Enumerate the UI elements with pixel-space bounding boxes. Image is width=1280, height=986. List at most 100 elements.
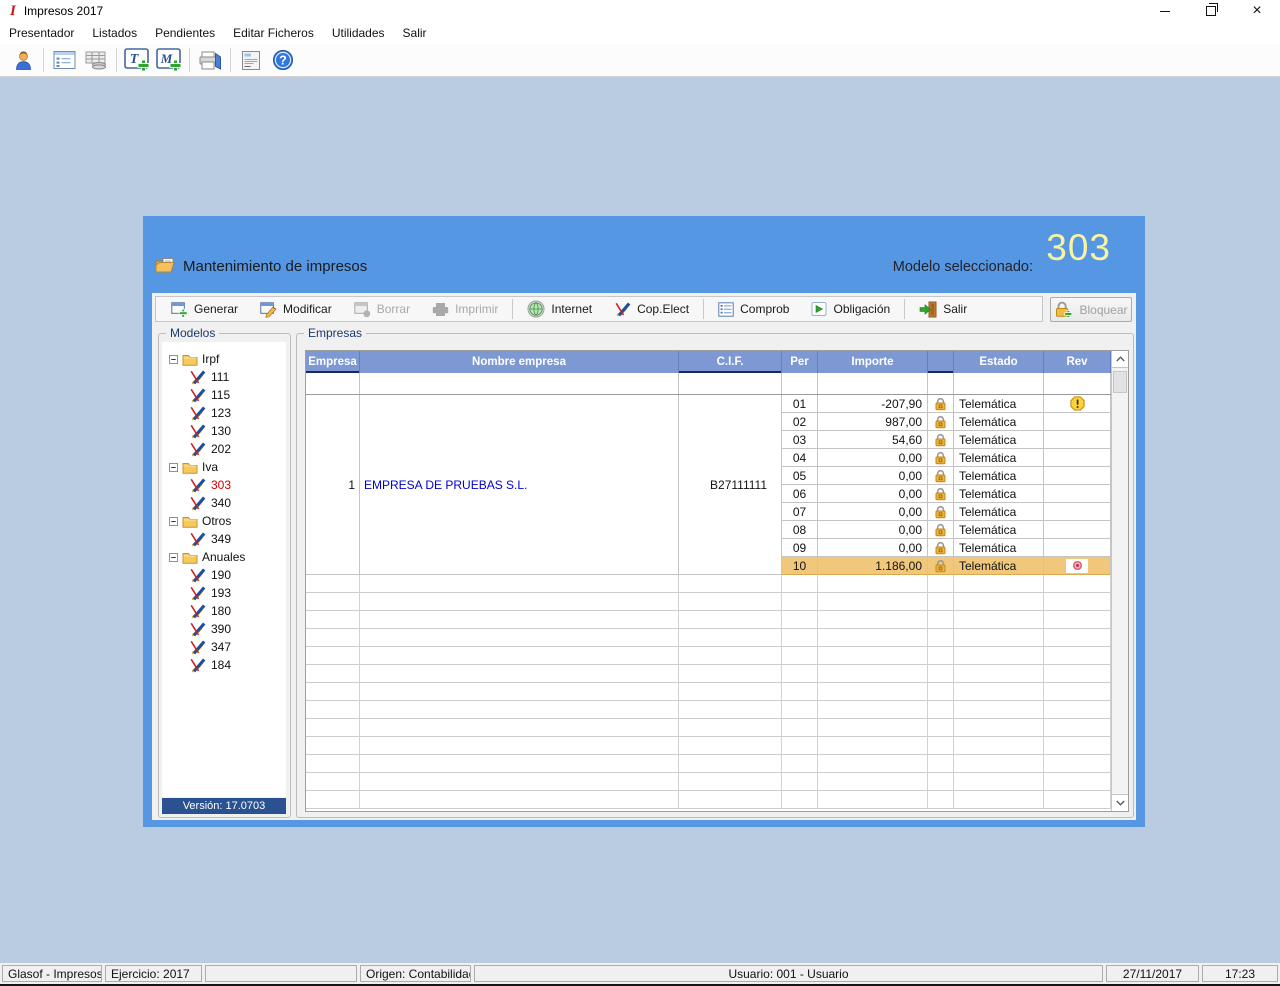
internet-button[interactable]: Internet (516, 298, 603, 320)
tree-folder-iva[interactable]: Iva (162, 458, 286, 476)
title-bar: I Impresos 2017 × (0, 0, 1280, 22)
exit-door-icon (919, 301, 937, 318)
tree-folder-label: Iva (202, 460, 218, 474)
tree-item-303[interactable]: 303 (162, 476, 286, 494)
form-add-icon (171, 301, 188, 318)
column-header-lock[interactable] (928, 351, 954, 373)
salir-button[interactable]: Salir (908, 298, 978, 320)
status-app: Glasof - Impresos (2, 965, 102, 982)
printer-gray-icon (432, 301, 449, 317)
comprob-button[interactable]: Comprob (707, 298, 800, 320)
toolbar-separator (230, 48, 231, 72)
period-row-01[interactable]: 01-207,90Telemática (782, 395, 1111, 413)
models-tree: Irpf111115123130202 Iva 303340Otros349 Anua… (162, 342, 286, 797)
period-cell: 08 (782, 521, 818, 539)
tree-folder-anuales[interactable]: Anuales (162, 548, 286, 566)
tree-item-202[interactable]: 202 (162, 440, 286, 458)
new-month-button[interactable]: M (153, 46, 185, 74)
tree-item-190[interactable]: 190 (162, 566, 286, 584)
tree-item-111[interactable]: 111 (162, 368, 286, 386)
scrollbar-thumb[interactable] (1113, 371, 1127, 393)
period-row-02[interactable]: 02987,00Telemática (782, 413, 1111, 431)
empty-cell (360, 791, 679, 809)
estado-cell: Telemática (954, 467, 1044, 485)
empty-cell (679, 737, 782, 755)
period-row-05[interactable]: 050,00Telemática (782, 467, 1111, 485)
tree-folder-label: Anuales (202, 550, 245, 564)
tree-item-184[interactable]: 184 (162, 656, 286, 674)
tree-item-390[interactable]: 390 (162, 620, 286, 638)
restore-button[interactable] (1188, 0, 1234, 22)
filter-cell[interactable] (1044, 373, 1111, 394)
lock-cell (928, 557, 954, 575)
period-row-10[interactable]: 101.186,00Telemática (782, 557, 1111, 575)
menu-item-listados[interactable]: Listados (85, 23, 148, 44)
period-row-07[interactable]: 070,00Telemática (782, 503, 1111, 521)
close-button[interactable]: × (1234, 0, 1280, 22)
tree-item-193[interactable]: 193 (162, 584, 286, 602)
filter-cell[interactable] (928, 373, 954, 394)
filter-cell[interactable] (954, 373, 1044, 394)
obligacion-button[interactable]: Obligación (800, 298, 901, 320)
tree-item-123[interactable]: 123 (162, 404, 286, 422)
column-header-per[interactable]: Per (782, 351, 818, 373)
tree-folder-irpf[interactable]: Irpf (162, 350, 286, 368)
tree-item-115[interactable]: 115 (162, 386, 286, 404)
help-button[interactable]: ? (267, 46, 299, 74)
toolbar-separator (904, 299, 905, 319)
period-row-03[interactable]: 0354,60Telemática (782, 431, 1111, 449)
column-header-empresa[interactable]: Empresa (306, 351, 360, 373)
menu-item-presentador[interactable]: Presentador (2, 23, 85, 44)
table-data-button[interactable] (80, 46, 112, 74)
new-month-icon: M (156, 48, 182, 72)
column-header-c-i-f[interactable]: C.I.F. (679, 351, 782, 373)
report-button[interactable] (235, 46, 267, 74)
user-button[interactable] (7, 46, 39, 74)
tree-folder-otros[interactable]: Otros (162, 512, 286, 530)
print-button[interactable] (194, 46, 226, 74)
modificar-button[interactable]: Modificar (249, 298, 343, 320)
filter-cell[interactable] (818, 373, 928, 394)
empty-cell (954, 683, 1044, 701)
new-trimester-button[interactable]: T (121, 46, 153, 74)
tree-item-label: 347 (211, 640, 231, 654)
window-list-button[interactable] (48, 46, 80, 74)
tree-item-130[interactable]: 130 (162, 422, 286, 440)
empty-cell (782, 791, 818, 809)
empty-cell (679, 791, 782, 809)
empty-cell (818, 611, 928, 629)
tree-item-180[interactable]: 180 (162, 602, 286, 620)
menu-item-editar-ficheros[interactable]: Editar Ficheros (226, 23, 325, 44)
company-row[interactable]: 1 EMPRESA DE PRUEBAS S.L. B27111111 01-2… (306, 395, 1128, 575)
empty-row (306, 737, 1128, 755)
minimize-button[interactable] (1142, 0, 1188, 22)
filter-cell[interactable] (679, 373, 782, 394)
period-row-09[interactable]: 090,00Telemática (782, 539, 1111, 557)
menu-item-pendientes[interactable]: Pendientes (148, 23, 226, 44)
column-header-nombre-empresa[interactable]: Nombre empresa (360, 351, 679, 373)
menu-item-utilidades[interactable]: Utilidades (325, 23, 396, 44)
filter-cell[interactable] (360, 373, 679, 394)
rev-cell (1044, 449, 1111, 467)
column-header-importe[interactable]: Importe (818, 351, 928, 373)
scroll-down-button[interactable] (1112, 794, 1128, 811)
scroll-up-button[interactable] (1112, 351, 1128, 368)
period-row-04[interactable]: 040,00Telemática (782, 449, 1111, 467)
generar-button[interactable]: Generar (160, 298, 249, 320)
filter-cell[interactable] (306, 373, 360, 394)
period-cell: 03 (782, 431, 818, 449)
tree-item-340[interactable]: 340 (162, 494, 286, 512)
vertical-scrollbar[interactable] (1111, 351, 1128, 811)
menu-item-salir[interactable]: Salir (396, 23, 438, 44)
empty-cell (679, 755, 782, 773)
column-header-estado[interactable]: Estado (954, 351, 1044, 373)
tree-item-349[interactable]: 349 (162, 530, 286, 548)
cop-elect-button[interactable]: Cop.Elect (603, 298, 700, 320)
column-header-rev[interactable]: Rev (1044, 351, 1111, 373)
period-row-06[interactable]: 060,00Telemática (782, 485, 1111, 503)
tree-item-347[interactable]: 347 (162, 638, 286, 656)
empty-cell (818, 629, 928, 647)
period-row-08[interactable]: 080,00Telemática (782, 521, 1111, 539)
empresas-grid: EmpresaNombre empresaC.I.F.PerImporte Est… (305, 350, 1129, 812)
filter-cell[interactable] (782, 373, 818, 394)
